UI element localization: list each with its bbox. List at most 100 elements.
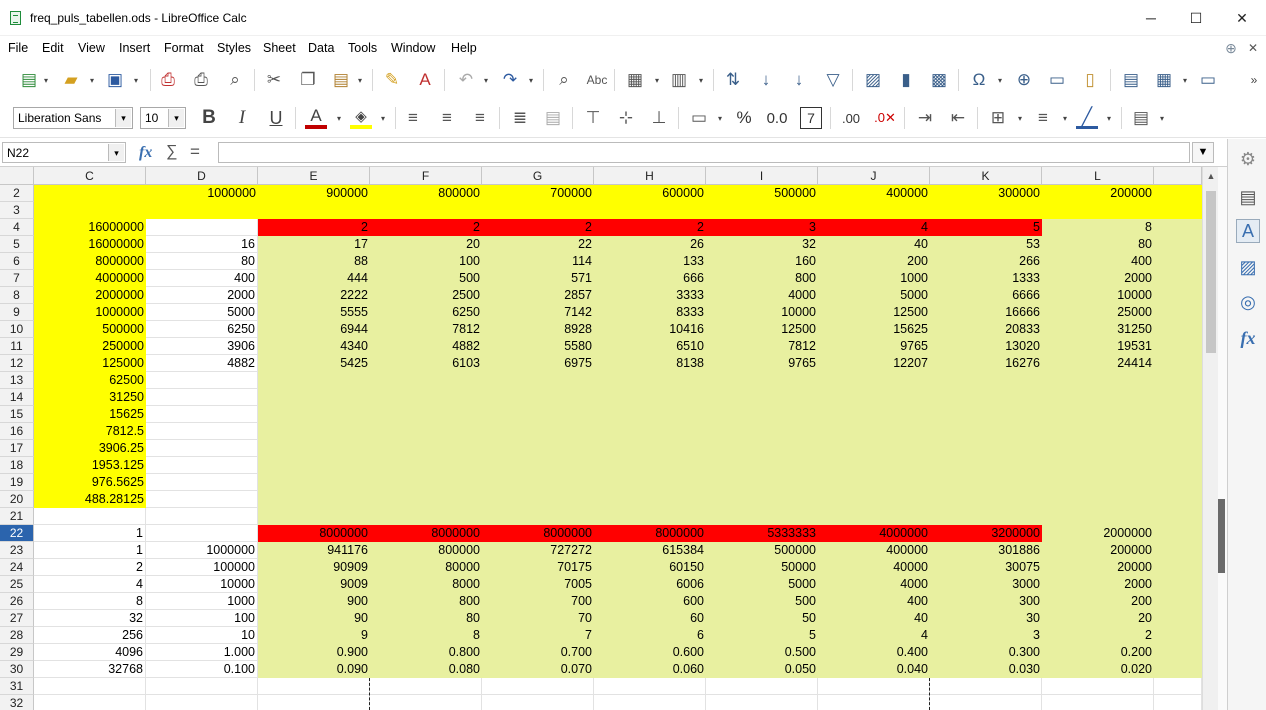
align-right-icon[interactable]: ≡ (469, 107, 491, 129)
cell-l20[interactable] (1042, 491, 1154, 508)
currency-format-icon[interactable]: ▭ (688, 107, 710, 129)
cell-k23[interactable]: 301886 (930, 542, 1042, 559)
minimize-button[interactable]: ─ (1139, 6, 1163, 30)
cell-m20[interactable] (1154, 491, 1202, 508)
cell-e20[interactable] (258, 491, 370, 508)
redo-icon[interactable]: ↷ (499, 69, 521, 91)
cell-i19[interactable] (706, 474, 818, 491)
menu-insert[interactable]: Insert (119, 41, 150, 55)
cell-d24[interactable]: 100000 (146, 559, 258, 576)
cell-m16[interactable] (1154, 423, 1202, 440)
cell-m29[interactable] (1154, 644, 1202, 661)
menu-view[interactable]: View (78, 41, 105, 55)
cut-icon[interactable]: ✂ (263, 69, 285, 91)
cell-d3[interactable] (146, 202, 258, 219)
row-header-18[interactable]: 18 (0, 457, 34, 474)
highlight-color-icon[interactable]: ◈ (350, 107, 372, 129)
cell-f5[interactable]: 20 (370, 236, 482, 253)
cell-g26[interactable]: 700 (482, 593, 594, 610)
row-header-4[interactable]: 4 (0, 219, 34, 236)
cell-k12[interactable]: 16276 (930, 355, 1042, 372)
row-dropdown[interactable]: ▾ (653, 69, 661, 91)
cell-d9[interactable]: 5000 (146, 304, 258, 321)
font-color-dropdown[interactable]: ▾ (335, 107, 343, 129)
cell-k18[interactable] (930, 457, 1042, 474)
cell-c28[interactable]: 256 (34, 627, 146, 644)
cell-i15[interactable] (706, 406, 818, 423)
cell-c22[interactable]: 1 (34, 525, 146, 542)
cell-e17[interactable] (258, 440, 370, 457)
row-header-24[interactable]: 24 (0, 559, 34, 576)
menu-format[interactable]: Format (164, 41, 204, 55)
cell-e19[interactable] (258, 474, 370, 491)
cell-g14[interactable] (482, 389, 594, 406)
cell-k30[interactable]: 0.030 (930, 661, 1042, 678)
conditional-dropdown[interactable]: ▾ (1158, 107, 1166, 129)
cell-g4[interactable]: 2 (482, 219, 594, 236)
cell-f16[interactable] (370, 423, 482, 440)
cell-l4[interactable]: 8 (1042, 219, 1154, 236)
cell-d13[interactable] (146, 372, 258, 389)
delete-decimal-icon[interactable]: .0✕ (874, 107, 896, 129)
cell-i29[interactable]: 0.500 (706, 644, 818, 661)
align-top-icon[interactable]: ⊤ (582, 107, 604, 129)
cell-j19[interactable] (818, 474, 930, 491)
cell-c6[interactable]: 8000000 (34, 253, 146, 270)
column-header-i[interactable]: I (706, 167, 818, 185)
cell-l25[interactable]: 2000 (1042, 576, 1154, 593)
redo-dropdown[interactable]: ▾ (527, 69, 535, 91)
cell-d23[interactable]: 1000000 (146, 542, 258, 559)
spreadsheet-grid[interactable]: C D E F G H I J K L 2 1000000 900000 800000 700000 6000… (0, 167, 1202, 710)
cell-c20[interactable]: 488.28125 (34, 491, 146, 508)
cell-i3[interactable] (706, 202, 818, 219)
cell-i31[interactable] (706, 678, 818, 695)
row-header-6[interactable]: 6 (0, 253, 34, 270)
cell-i26[interactable]: 500 (706, 593, 818, 610)
cell-k5[interactable]: 53 (930, 236, 1042, 253)
row-header-3[interactable]: 3 (0, 202, 34, 219)
cell-c24[interactable]: 2 (34, 559, 146, 576)
cell-g2[interactable]: 700000 (482, 185, 594, 202)
cell-m18[interactable] (1154, 457, 1202, 474)
row-header-26[interactable]: 26 (0, 593, 34, 610)
column-header-e[interactable]: E (258, 167, 370, 185)
cell-l32[interactable] (1042, 695, 1154, 710)
cell-h6[interactable]: 133 (594, 253, 706, 270)
cell-m32[interactable] (1154, 695, 1202, 710)
row-header-27[interactable]: 27 (0, 610, 34, 627)
cell-j10[interactable]: 15625 (818, 321, 930, 338)
cell-i6[interactable]: 160 (706, 253, 818, 270)
cell-f29[interactable]: 0.800 (370, 644, 482, 661)
cell-f2[interactable]: 800000 (370, 185, 482, 202)
cell-g31[interactable] (482, 678, 594, 695)
row-header-9[interactable]: 9 (0, 304, 34, 321)
cell-i24[interactable]: 50000 (706, 559, 818, 576)
menu-file[interactable]: File (8, 41, 28, 55)
row-header-19[interactable]: 19 (0, 474, 34, 491)
cell-g18[interactable] (482, 457, 594, 474)
cell-h25[interactable]: 6006 (594, 576, 706, 593)
save-dropdown[interactable]: ▾ (132, 69, 140, 91)
borders-icon[interactable]: ⊞ (987, 107, 1009, 129)
cell-i10[interactable]: 12500 (706, 321, 818, 338)
cell-d7[interactable]: 400 (146, 270, 258, 287)
chevron-down-icon[interactable]: ▾ (108, 144, 124, 161)
cell-i14[interactable] (706, 389, 818, 406)
cell-e18[interactable] (258, 457, 370, 474)
cell-l26[interactable]: 200 (1042, 593, 1154, 610)
cell-f27[interactable]: 80 (370, 610, 482, 627)
cell-h27[interactable]: 60 (594, 610, 706, 627)
cell-f13[interactable] (370, 372, 482, 389)
cell-e3[interactable] (258, 202, 370, 219)
cell-g22[interactable]: 8000000 (482, 525, 594, 542)
cell-e6[interactable]: 88 (258, 253, 370, 270)
cell-j13[interactable] (818, 372, 930, 389)
cell-i17[interactable] (706, 440, 818, 457)
cell-k16[interactable] (930, 423, 1042, 440)
cell-h17[interactable] (594, 440, 706, 457)
cell-j26[interactable]: 400 (818, 593, 930, 610)
hyperlink-icon[interactable]: ⊕ (1013, 69, 1035, 91)
cell-g27[interactable]: 70 (482, 610, 594, 627)
column-header-k[interactable]: K (930, 167, 1042, 185)
cell-d5[interactable]: 16 (146, 236, 258, 253)
